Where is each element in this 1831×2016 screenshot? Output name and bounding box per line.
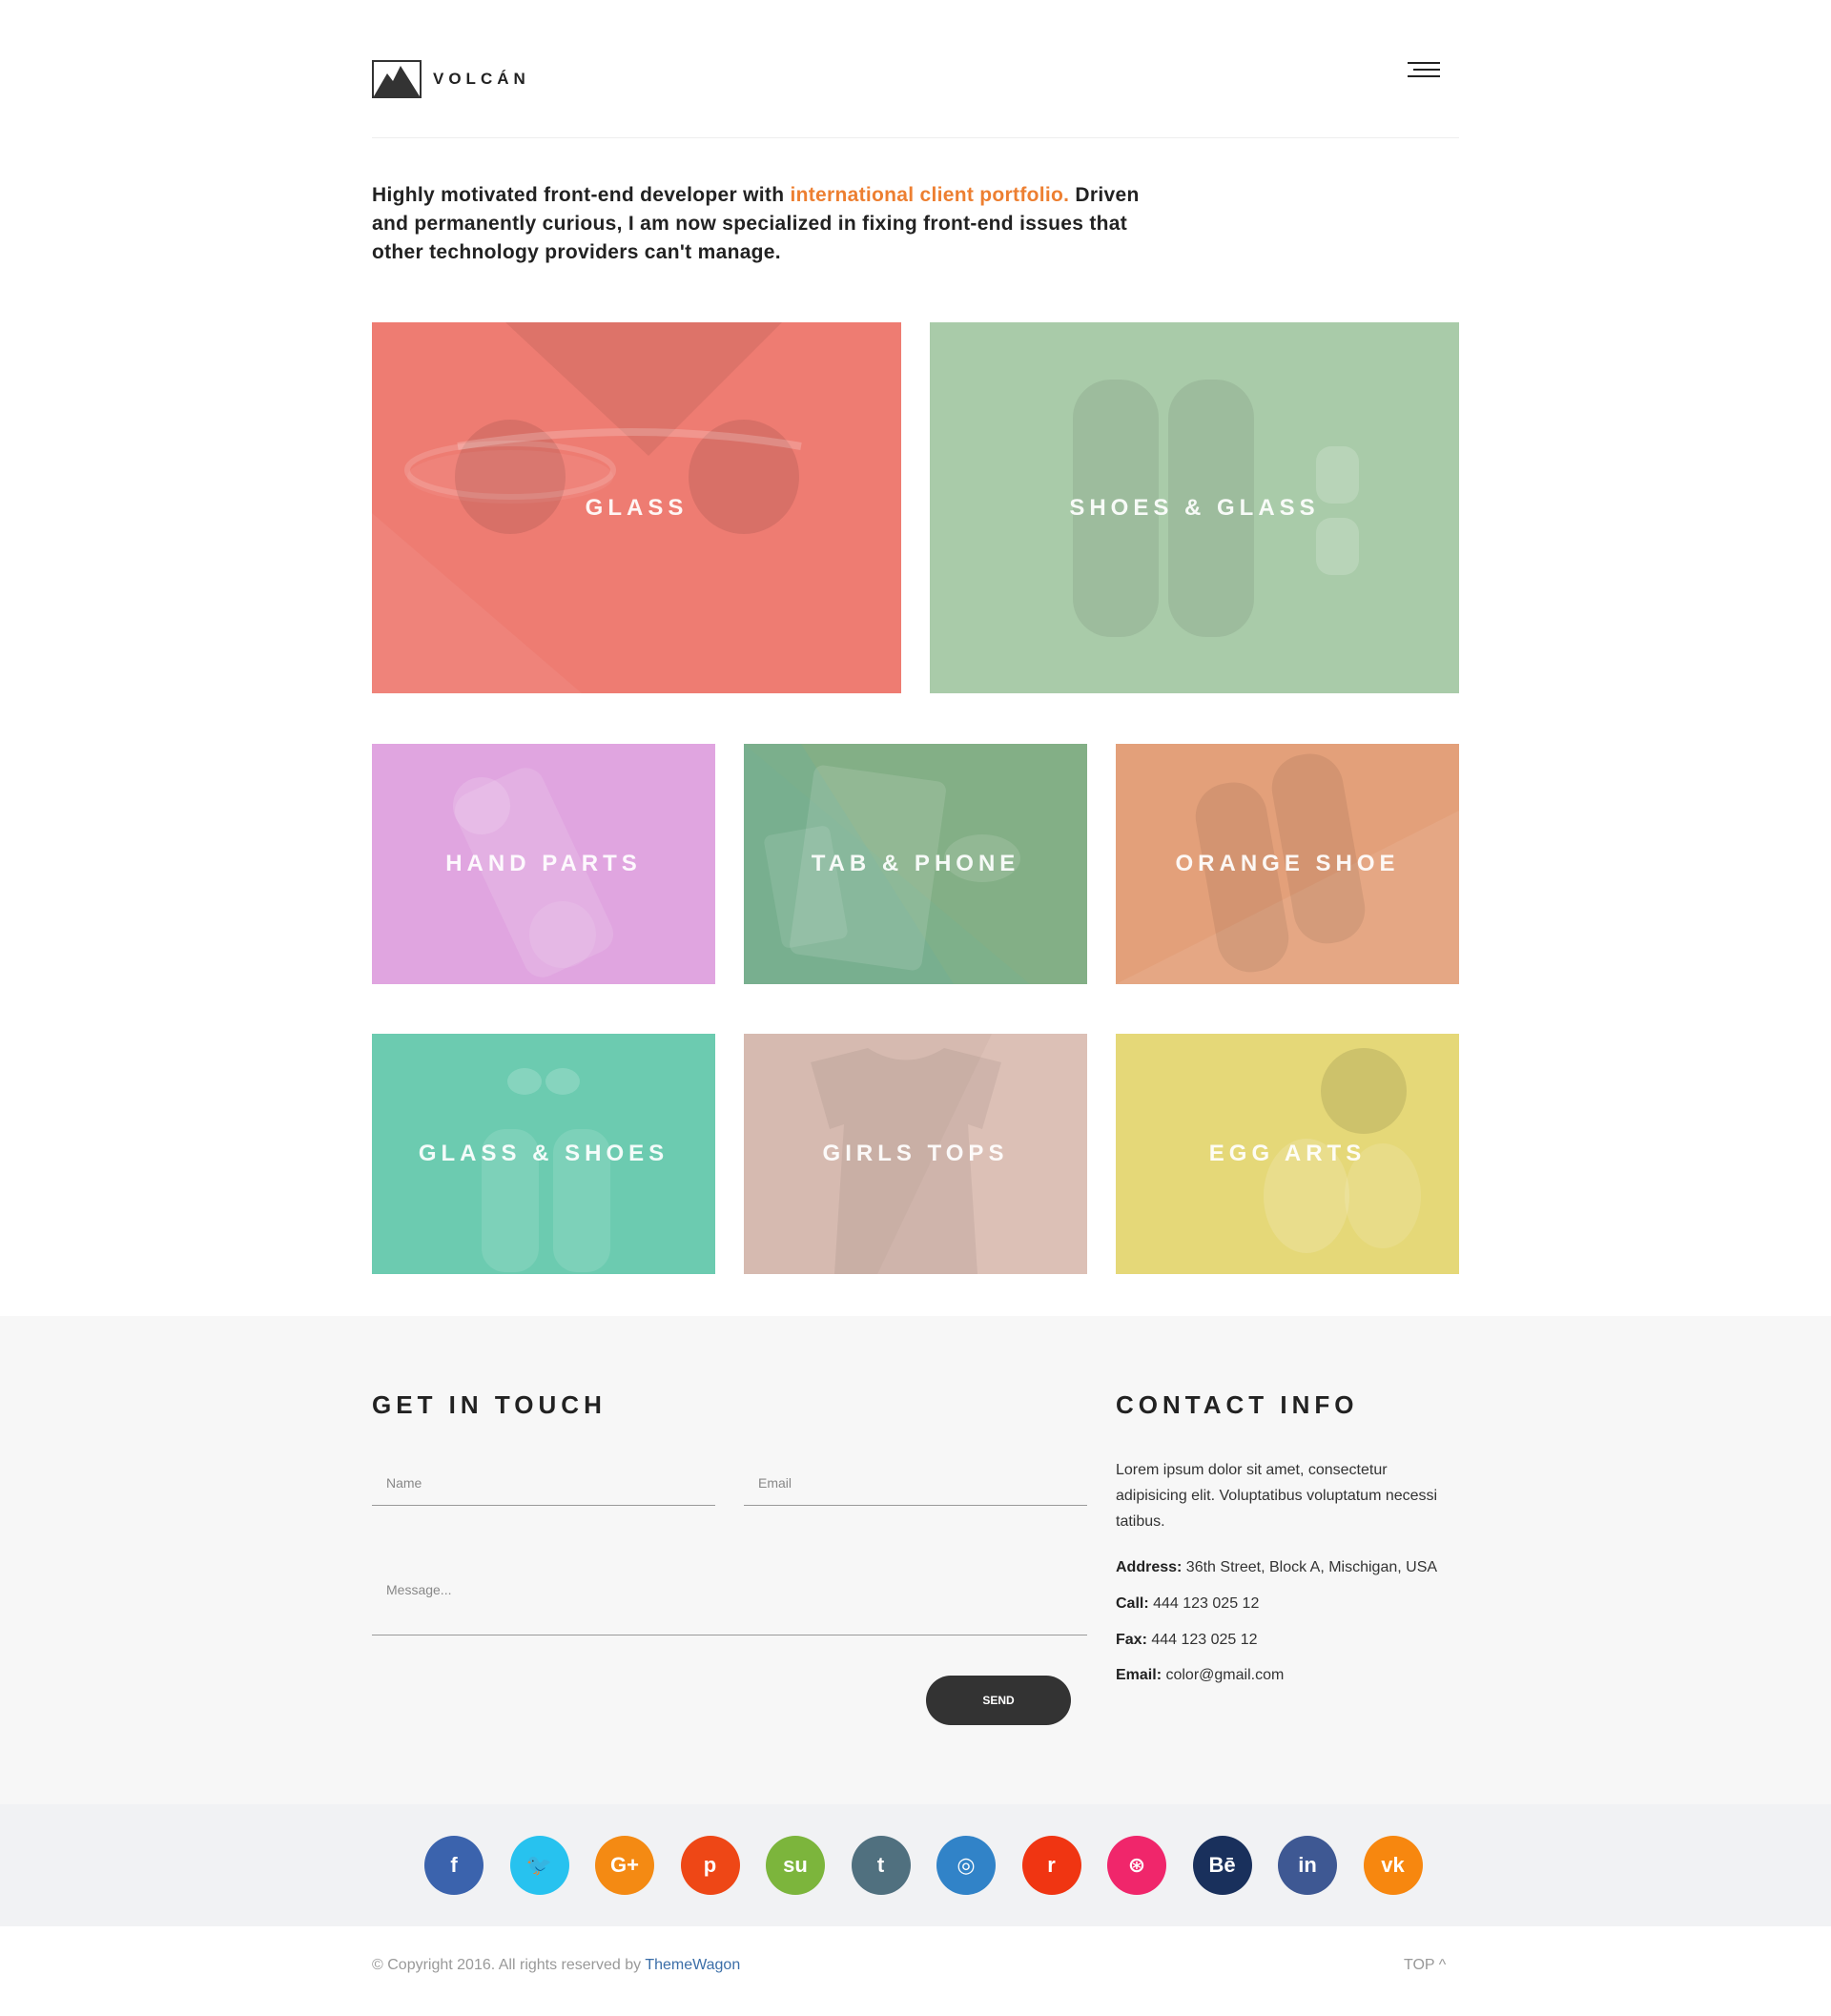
tumblr-icon[interactable]: t: [851, 1836, 911, 1895]
menu-line: [1408, 75, 1440, 77]
volcano-logo-icon: [372, 60, 422, 98]
contact-info-heading: CONTACT INFO: [1116, 1390, 1359, 1419]
portfolio-tile-tab-phone[interactable]: TAB & PHONE: [744, 744, 1087, 984]
instagram-icon[interactable]: ◎: [936, 1836, 996, 1895]
portfolio-tile-glass[interactable]: GLASS: [372, 322, 901, 693]
social-bar: [0, 1804, 1831, 1926]
tile-label: TAB & PHONE: [811, 851, 1020, 876]
email-input[interactable]: [744, 1472, 1087, 1493]
vk-icon[interactable]: vk: [1363, 1836, 1423, 1895]
tile-label: GLASS: [585, 494, 689, 521]
reddit-icon[interactable]: r: [1021, 1836, 1081, 1895]
menu-line: [1408, 62, 1440, 64]
address-value: 36th Street, Block A, Mischigan, USA: [1182, 1559, 1438, 1575]
portfolio-tile-glass-shoes[interactable]: GLASS & SHOES: [372, 1034, 715, 1274]
portfolio-tile-egg-arts[interactable]: EGG ARTS: [1116, 1034, 1459, 1274]
brand-logo[interactable]: VOLCÁN: [372, 60, 530, 98]
call-label: Call:: [1116, 1595, 1149, 1612]
tile-label: GIRLS TOPS: [822, 1141, 1009, 1166]
stumbleupon-icon[interactable]: su: [766, 1836, 825, 1895]
address-label: Address:: [1116, 1559, 1183, 1575]
call-value: 444 123 025 12: [1148, 1595, 1260, 1612]
portfolio-tile-shoes-glass[interactable]: SHOES & GLASS: [930, 322, 1459, 693]
copyright-label: © Copyright 2016. All rights reserved by: [372, 1957, 646, 1973]
portfolio-tile-hand-parts[interactable]: HAND PARTS: [372, 744, 715, 984]
tile-label: EGG ARTS: [1208, 1141, 1367, 1166]
intro-part-1: Highly motivated front-end developer wit…: [372, 184, 791, 206]
call-row: Call: 444 123 025 12: [1116, 1595, 1259, 1613]
google-plus-icon[interactable]: G+: [595, 1836, 654, 1895]
menu-line: [1413, 69, 1440, 71]
site-header: VOLCÁN: [372, 0, 1459, 138]
linkedin-icon[interactable]: in: [1278, 1836, 1337, 1895]
copyright-text: © Copyright 2016. All rights reserved by…: [372, 1957, 740, 1974]
behance-icon[interactable]: Bē: [1192, 1836, 1252, 1895]
fax-row: Fax: 444 123 025 12: [1116, 1632, 1258, 1649]
portfolio-tile-orange-shoe[interactable]: ORANGE SHOE: [1116, 744, 1459, 984]
facebook-icon[interactable]: f: [424, 1836, 483, 1895]
tile-label: SHOES & GLASS: [1069, 494, 1320, 521]
brand-name: VOLCÁN: [433, 70, 530, 88]
get-in-touch-heading: GET IN TOUCH: [372, 1390, 607, 1419]
email-field: [744, 1461, 1087, 1506]
name-field: [372, 1461, 715, 1506]
email-label: Email:: [1116, 1667, 1162, 1683]
fax-label: Fax:: [1116, 1632, 1147, 1648]
message-field: [372, 1572, 1087, 1635]
address-row: Address: 36th Street, Block A, Mischigan…: [1116, 1559, 1437, 1576]
tile-label: HAND PARTS: [445, 851, 642, 876]
email-row: Email: color@gmail.com: [1116, 1667, 1284, 1684]
twitter-icon[interactable]: 🐦: [509, 1836, 569, 1895]
back-to-top-link[interactable]: TOP ^: [1404, 1957, 1446, 1974]
contact-section: [0, 1316, 1831, 1804]
dribbble-icon[interactable]: ⊛: [1107, 1836, 1166, 1895]
intro-highlight: international client portfolio.: [790, 184, 1070, 206]
send-button[interactable]: SEND: [926, 1676, 1071, 1725]
portfolio-tile-girls-tops[interactable]: GIRLS TOPS: [744, 1034, 1087, 1274]
themewagon-link[interactable]: ThemeWagon: [645, 1957, 740, 1973]
pinterest-icon[interactable]: p: [680, 1836, 740, 1895]
tile-label: ORANGE SHOE: [1175, 851, 1400, 876]
hamburger-menu-button[interactable]: [1408, 62, 1440, 83]
email-value[interactable]: color@gmail.com: [1162, 1667, 1284, 1683]
tile-label: GLASS & SHOES: [418, 1141, 669, 1166]
contact-info-text: Lorem ipsum dolor sit amet, consectetur …: [1116, 1462, 1438, 1530]
message-input[interactable]: [372, 1582, 1087, 1624]
fax-value: 444 123 025 12: [1146, 1632, 1258, 1648]
name-input[interactable]: [372, 1472, 715, 1493]
intro-text: Highly motivated front-end developer wit…: [372, 181, 1173, 267]
